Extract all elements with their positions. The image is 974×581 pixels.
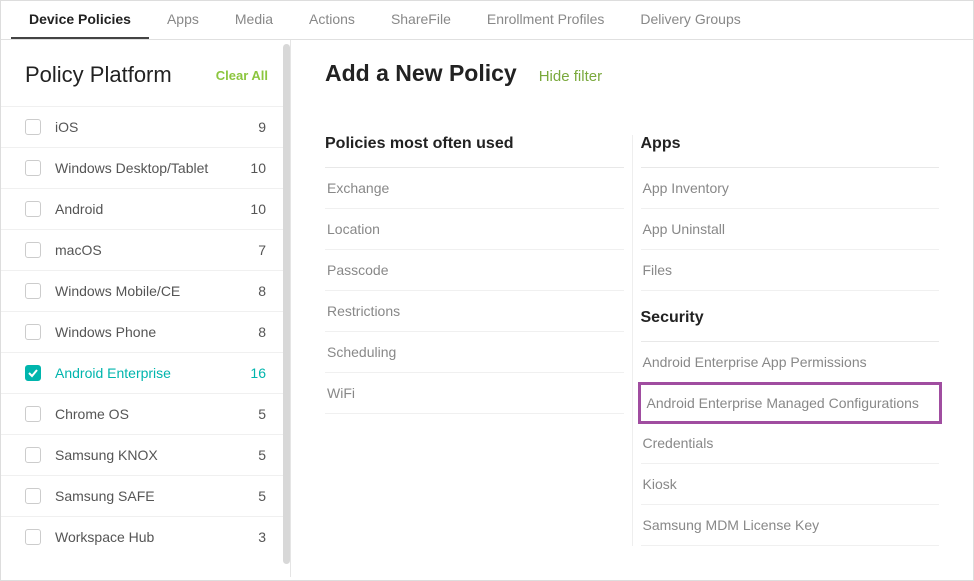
apps-list: App InventoryApp UninstallFiles — [641, 168, 940, 291]
platform-item-windows-phone[interactable]: Windows Phone8 — [1, 311, 290, 352]
platform-count: 7 — [246, 242, 266, 258]
tab-apps[interactable]: Apps — [149, 1, 217, 39]
platform-item-macos[interactable]: macOS7 — [1, 229, 290, 270]
checkbox-icon[interactable] — [25, 283, 41, 299]
sidebar: Policy Platform Clear All iOS9Windows De… — [1, 40, 291, 577]
policy-link-credentials[interactable]: Credentials — [641, 423, 940, 464]
checkbox-icon[interactable] — [25, 406, 41, 422]
policy-link-restrictions[interactable]: Restrictions — [325, 291, 624, 332]
hide-filter-link[interactable]: Hide filter — [539, 68, 602, 85]
policy-link-wifi[interactable]: WiFi — [325, 373, 624, 414]
main-header: Add a New Policy Hide filter — [325, 60, 939, 87]
policy-columns: Policies most often used ExchangeLocatio… — [325, 135, 939, 546]
policy-link-files[interactable]: Files — [641, 250, 940, 291]
platform-item-windows-mobile-ce[interactable]: Windows Mobile/CE8 — [1, 270, 290, 311]
checkbox-icon[interactable] — [25, 160, 41, 176]
checkbox-icon[interactable] — [25, 447, 41, 463]
checkbox-icon[interactable] — [25, 324, 41, 340]
platform-label: Samsung KNOX — [55, 447, 246, 463]
policy-link-exchange[interactable]: Exchange — [325, 168, 624, 209]
platform-count: 8 — [246, 283, 266, 299]
tab-device-policies[interactable]: Device Policies — [11, 1, 149, 39]
policy-link-android-enterprise-app-permissions[interactable]: Android Enterprise App Permissions — [641, 342, 940, 383]
checkbox-icon[interactable] — [25, 119, 41, 135]
checkbox-icon[interactable] — [25, 201, 41, 217]
checkbox-icon[interactable] — [25, 488, 41, 504]
platform-item-samsung-safe[interactable]: Samsung SAFE5 — [1, 475, 290, 516]
page-title: Add a New Policy — [325, 60, 517, 87]
platform-count: 16 — [246, 365, 266, 381]
platform-count: 10 — [246, 201, 266, 217]
platform-label: Chrome OS — [55, 406, 246, 422]
platform-item-android[interactable]: Android10 — [1, 188, 290, 229]
platform-count: 9 — [246, 119, 266, 135]
scrollbar-thumb[interactable] — [283, 44, 290, 564]
security-list: Android Enterprise App PermissionsAndroi… — [641, 342, 940, 546]
policy-link-kiosk[interactable]: Kiosk — [641, 464, 940, 505]
tab-actions[interactable]: Actions — [291, 1, 373, 39]
platform-label: macOS — [55, 242, 246, 258]
checkbox-icon[interactable] — [25, 365, 41, 381]
platform-item-samsung-knox[interactable]: Samsung KNOX5 — [1, 434, 290, 475]
platform-count: 5 — [246, 447, 266, 463]
platform-count: 10 — [246, 160, 266, 176]
policies-right-column: Apps App InventoryApp UninstallFiles Sec… — [633, 135, 940, 546]
main-panel: Add a New Policy Hide filter Policies mo… — [291, 40, 973, 577]
policy-link-android-enterprise-managed-configurations[interactable]: Android Enterprise Managed Configuration… — [638, 382, 943, 424]
most-used-list: ExchangeLocationPasscodeRestrictionsSche… — [325, 168, 624, 414]
policy-link-app-inventory[interactable]: App Inventory — [641, 168, 940, 209]
platform-item-android-enterprise[interactable]: Android Enterprise16 — [1, 352, 290, 393]
top-tabs: Device PoliciesAppsMediaActionsShareFile… — [1, 1, 973, 40]
policy-link-scheduling[interactable]: Scheduling — [325, 332, 624, 373]
sidebar-header: Policy Platform Clear All — [1, 58, 290, 106]
platform-count: 8 — [246, 324, 266, 340]
platform-item-workspace-hub[interactable]: Workspace Hub3 — [1, 516, 290, 557]
sidebar-title: Policy Platform — [25, 62, 172, 88]
platform-item-windows-desktop-tablet[interactable]: Windows Desktop/Tablet10 — [1, 147, 290, 188]
checkbox-icon[interactable] — [25, 529, 41, 545]
policy-link-samsung-mdm-license-key[interactable]: Samsung MDM License Key — [641, 505, 940, 546]
platform-label: Workspace Hub — [55, 529, 246, 545]
platform-label: Windows Mobile/CE — [55, 283, 246, 299]
platform-list: iOS9Windows Desktop/Tablet10Android10mac… — [1, 106, 290, 557]
policy-link-app-uninstall[interactable]: App Uninstall — [641, 209, 940, 250]
platform-count: 3 — [246, 529, 266, 545]
policies-most-used-column: Policies most often used ExchangeLocatio… — [325, 135, 633, 546]
platform-label: iOS — [55, 119, 246, 135]
platform-label: Samsung SAFE — [55, 488, 246, 504]
content-area: Policy Platform Clear All iOS9Windows De… — [1, 40, 973, 577]
checkbox-icon[interactable] — [25, 242, 41, 258]
platform-label: Windows Desktop/Tablet — [55, 160, 246, 176]
platform-item-chrome-os[interactable]: Chrome OS5 — [1, 393, 290, 434]
policy-link-location[interactable]: Location — [325, 209, 624, 250]
security-heading: Security — [641, 309, 940, 342]
most-used-heading: Policies most often used — [325, 135, 624, 168]
platform-label: Android — [55, 201, 246, 217]
platform-count: 5 — [246, 406, 266, 422]
tab-sharefile[interactable]: ShareFile — [373, 1, 469, 39]
tab-delivery-groups[interactable]: Delivery Groups — [622, 1, 758, 39]
apps-heading: Apps — [641, 135, 940, 168]
clear-all-link[interactable]: Clear All — [216, 68, 268, 83]
platform-label: Android Enterprise — [55, 365, 246, 381]
tab-enrollment-profiles[interactable]: Enrollment Profiles — [469, 1, 623, 39]
policy-link-passcode[interactable]: Passcode — [325, 250, 624, 291]
platform-label: Windows Phone — [55, 324, 246, 340]
platform-count: 5 — [246, 488, 266, 504]
platform-item-ios[interactable]: iOS9 — [1, 106, 290, 147]
tab-media[interactable]: Media — [217, 1, 291, 39]
